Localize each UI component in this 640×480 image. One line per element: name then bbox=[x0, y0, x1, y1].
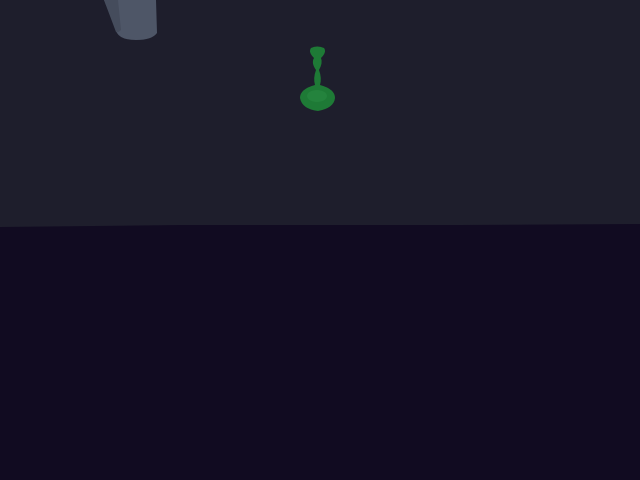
scene-canvas bbox=[0, 0, 640, 480]
back-wall bbox=[0, 0, 640, 227]
game-viewport[interactable] bbox=[0, 0, 640, 480]
floor bbox=[0, 224, 640, 480]
